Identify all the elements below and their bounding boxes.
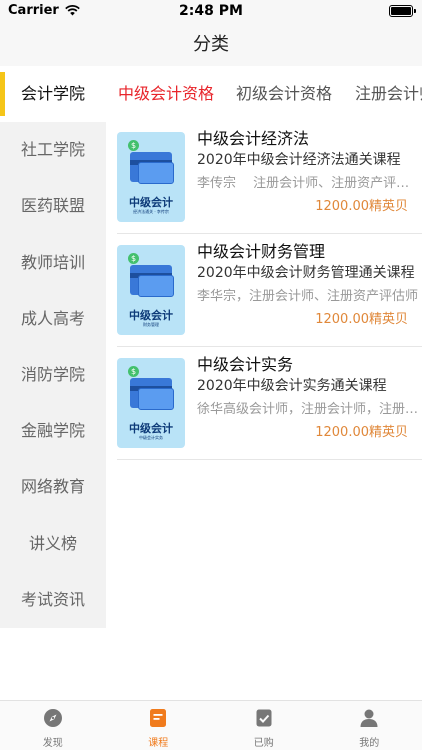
status-time: 2:48 PM xyxy=(179,3,243,19)
coin-icon: $ xyxy=(128,366,139,377)
nav-bar: 分类 xyxy=(0,24,422,66)
course-teachers: 李传宗 注册会计师、注册资产评估师 xyxy=(197,176,419,191)
course-item[interactable]: $ 中级会计 中级会计实务 中级会计实务 2020年中级会计实务通关课程 徐华高… xyxy=(117,348,422,460)
thumbnail-sublabel: 中级会计实务 xyxy=(139,435,163,440)
course-subtitle: 2020年中级会计实务通关课程 xyxy=(197,378,387,394)
tabbar-label: 我的 xyxy=(359,738,380,749)
sidebar-item-social-work[interactable]: 社工学院 xyxy=(0,122,106,178)
course-thumbnail: $ 中级会计 经济法通关 · 李传宗 xyxy=(117,132,185,222)
tabbar-item-profile[interactable]: 我的 xyxy=(317,701,422,750)
course-item[interactable]: $ 中级会计 财务管理 中级会计财务管理 2020年中级会计财务管理通关课程 李… xyxy=(117,235,422,347)
course-price: 1200.00精英贝 xyxy=(315,199,408,214)
course-thumbnail: $ 中级会计 中级会计实务 xyxy=(117,358,185,448)
tabbar-item-discover[interactable]: 发现 xyxy=(0,701,106,750)
subcategory-tabs: 中级会计资格 初级会计资格 注册会计师 xyxy=(106,66,422,122)
course-thumbnail: $ 中级会计 财务管理 xyxy=(117,245,185,335)
tab-junior-accounting[interactable]: 初级会计资格 xyxy=(236,66,332,122)
tab-intermediate-accounting[interactable]: 中级会计资格 xyxy=(118,66,214,122)
course-book-icon xyxy=(150,709,167,727)
sidebar-item-adult-exam[interactable]: 成人高考 xyxy=(0,291,106,347)
course-title: 中级会计实务 xyxy=(197,355,294,374)
tabbar-label: 发现 xyxy=(42,738,63,749)
battery-icon xyxy=(389,5,416,17)
thumbnail-label: 中级会计 xyxy=(129,196,173,209)
tab-cpa[interactable]: 注册会计师 xyxy=(355,66,422,122)
course-subtitle: 2020年中级会计财务管理通关课程 xyxy=(197,265,415,281)
purchased-check-icon xyxy=(256,709,272,727)
sidebar-item-accounting[interactable]: 会计学院 xyxy=(0,66,106,123)
course-price: 1200.00精英贝 xyxy=(315,425,408,440)
tabbar-label: 已购 xyxy=(253,738,274,749)
tabbar-item-courses[interactable]: 课程 xyxy=(106,701,212,750)
sidebar-item-handout-ranking[interactable]: 讲义榜 xyxy=(0,516,106,572)
coin-icon: $ xyxy=(128,253,139,264)
page-title: 分类 xyxy=(193,34,229,55)
compass-icon xyxy=(43,709,62,727)
sidebar-item-teacher-training[interactable]: 教师培训 xyxy=(0,235,106,291)
thumbnail-label: 中级会计 xyxy=(129,309,173,322)
course-item[interactable]: $ 中级会计 经济法通关 · 李传宗 中级会计经济法 2020年中级会计经济法通… xyxy=(117,122,422,234)
course-subtitle: 2020年中级会计经济法通关课程 xyxy=(197,152,401,168)
thumbnail-sublabel: 财务管理 xyxy=(143,322,159,327)
course-teachers: 李华宗，注册会计师、注册资产评估师 xyxy=(197,289,419,304)
thumbnail-label: 中级会计 xyxy=(129,422,173,435)
sidebar-item-pharmacy[interactable]: 医药联盟 xyxy=(0,178,106,234)
tabbar-item-purchased[interactable]: 已购 xyxy=(211,701,317,750)
course-price: 1200.00精英贝 xyxy=(315,312,408,327)
thumbnail-sublabel: 经济法通关 · 李传宗 xyxy=(133,209,169,214)
status-bar: Carrier 2:48 PM xyxy=(0,0,422,24)
sidebar-item-exam-news[interactable]: 考试资讯 xyxy=(0,572,106,628)
person-icon xyxy=(360,709,378,727)
sidebar-item-online-education[interactable]: 网络教育 xyxy=(0,459,106,515)
tabbar-label: 课程 xyxy=(148,738,169,749)
sidebar-item-finance[interactable]: 金融学院 xyxy=(0,403,106,459)
category-sidebar: 会计学院 社工学院 医药联盟 教师培训 成人高考 消防学院 金融学院 网络教育 … xyxy=(0,66,106,628)
course-title: 中级会计经济法 xyxy=(197,129,310,148)
sidebar-item-fire-safety[interactable]: 消防学院 xyxy=(0,347,106,403)
course-teachers: 徐华高级会计师，注册会计师，注册资产评估师 xyxy=(197,402,419,417)
bottom-tab-bar: 发现 课程 已购 我的 xyxy=(0,700,422,750)
coin-icon: $ xyxy=(128,140,139,151)
course-title: 中级会计财务管理 xyxy=(197,242,326,261)
